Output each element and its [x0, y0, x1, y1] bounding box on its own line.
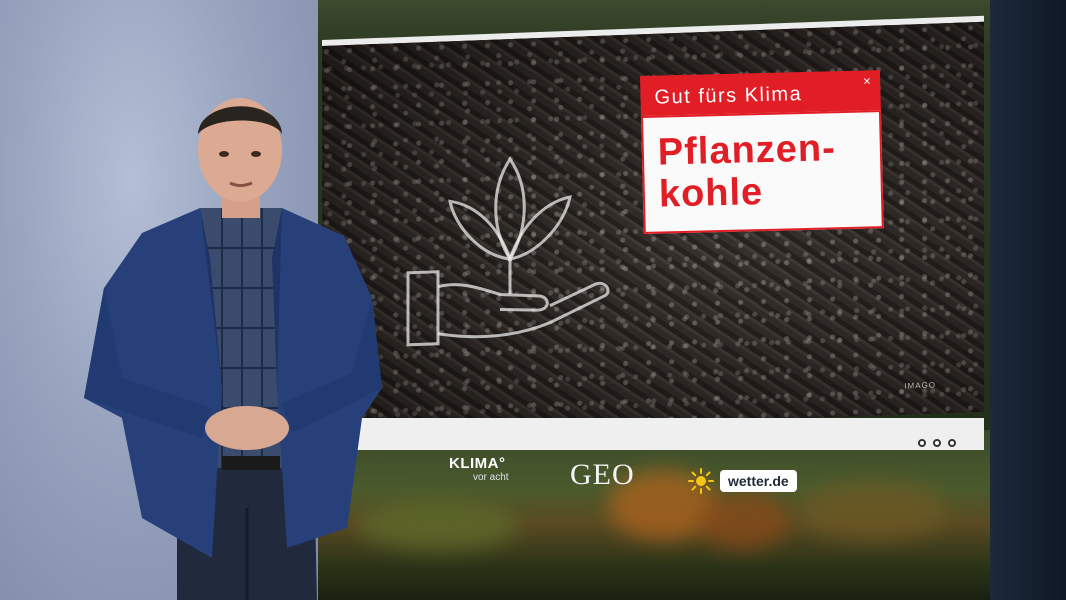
klima-logo-sub: vor acht — [473, 472, 509, 483]
slide-bottom-bar — [322, 418, 984, 450]
topic-title-line1: Pflanzen- — [657, 127, 837, 174]
topic-kicker-text: Gut fürs Klima — [654, 83, 803, 109]
studio-right-background — [990, 0, 1066, 600]
landscape-background — [318, 430, 990, 600]
klima-vor-acht-logo: KLIMA° vor acht — [449, 455, 509, 483]
close-icon[interactable]: × — [863, 73, 872, 88]
topic-title-line2: kohle — [658, 171, 764, 216]
wetter-logo-text: wetter.de — [720, 470, 797, 492]
page-dot[interactable] — [933, 439, 941, 447]
plant-hand-icon — [406, 156, 610, 347]
page-dots-icon[interactable] — [918, 439, 956, 447]
wetter-de-logo: wetter.de — [688, 468, 797, 494]
page-dot[interactable] — [918, 439, 926, 447]
page-dot[interactable] — [948, 439, 956, 447]
klima-logo-main: KLIMA° — [449, 455, 506, 472]
sun-icon — [688, 468, 714, 494]
topic-title: Pflanzen- kohle — [640, 110, 884, 234]
geo-logo: GEO — [570, 458, 635, 491]
photo-credit: IMAGO — [904, 380, 936, 391]
topic-title-card: Gut fürs Klima × Pflanzen- kohle — [640, 70, 884, 236]
presenter — [84, 98, 382, 600]
